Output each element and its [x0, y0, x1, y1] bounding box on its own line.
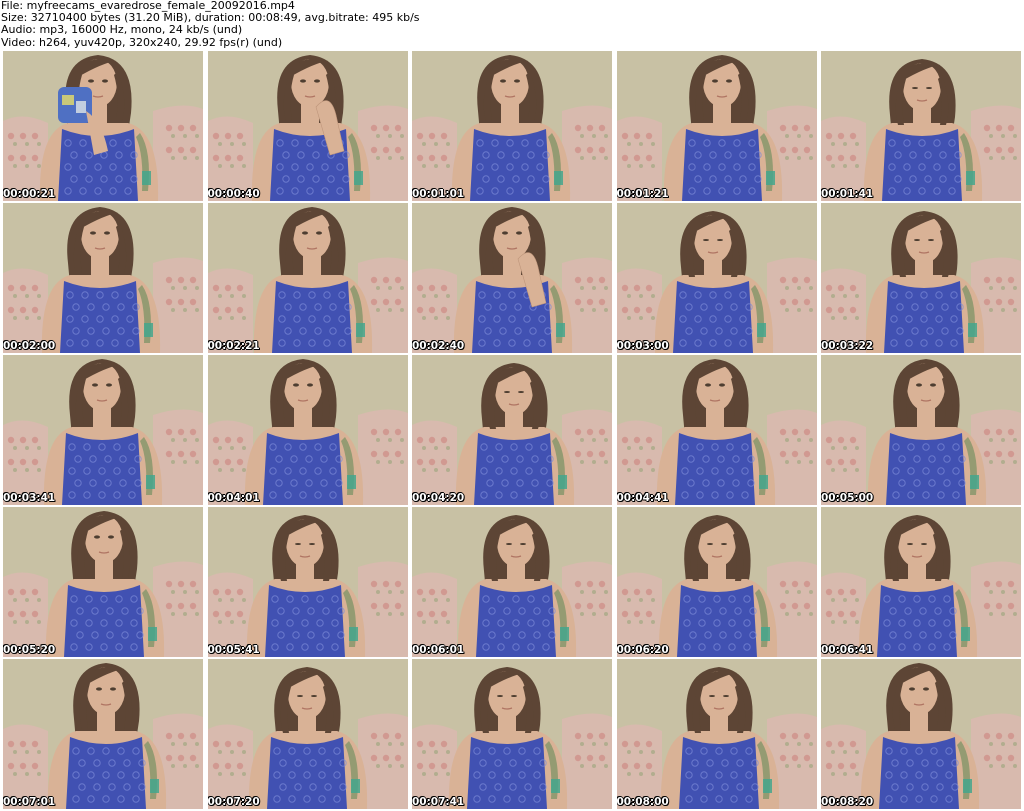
- frame-image: [821, 51, 1021, 201]
- video-frame-thumbnail: 00:00:40: [207, 51, 408, 201]
- video-frame-thumbnail: 00:04:41: [616, 355, 817, 505]
- frame-image: [412, 355, 612, 505]
- video-frame-thumbnail: 00:03:00: [616, 203, 817, 353]
- frame-image: [616, 507, 817, 657]
- frame-timestamp: 00:07:20: [207, 796, 260, 808]
- frame-timestamp: 00:01:41: [821, 188, 874, 200]
- frame-timestamp: 00:01:01: [412, 188, 465, 200]
- frame-timestamp: 00:04:01: [207, 492, 260, 504]
- frame-image: [207, 659, 408, 809]
- frame-timestamp: 00:02:40: [412, 340, 465, 352]
- frame-timestamp: 00:06:20: [616, 644, 669, 656]
- frame-timestamp: 00:06:41: [821, 644, 874, 656]
- frame-timestamp: 00:03:00: [616, 340, 669, 352]
- frame-image: [3, 659, 203, 809]
- video-info-line: Video: h264, yuv420p, 320x240, 29.92 fps…: [1, 35, 283, 49]
- frame-image: [821, 203, 1021, 353]
- frame-image: [207, 203, 408, 353]
- video-frame-thumbnail: 00:02:00: [3, 203, 203, 353]
- audio-info-line: Audio: mp3, 16000 Hz, mono, 24 kb/s (und…: [1, 23, 243, 37]
- video-frame-thumbnail: 00:06:20: [616, 507, 817, 657]
- file-info-header: File: myfreecams_evaredrose_female_20092…: [1, 0, 420, 49]
- video-frame-thumbnail: 00:08:00: [616, 659, 817, 809]
- frame-timestamp: 00:05:41: [207, 644, 260, 656]
- video-frame-thumbnail: 00:00:21: [3, 51, 203, 201]
- video-frame-thumbnail: 00:08:20: [821, 659, 1021, 809]
- video-frame-thumbnail: 00:01:41: [821, 51, 1021, 201]
- frame-timestamp: 00:05:20: [3, 644, 56, 656]
- video-frame-thumbnail: 00:05:20: [3, 507, 203, 657]
- video-frame-thumbnail: 00:07:01: [3, 659, 203, 809]
- frame-image: [412, 659, 612, 809]
- frame-timestamp: 00:04:41: [616, 492, 669, 504]
- frame-image: [412, 203, 612, 353]
- frame-image: [616, 203, 817, 353]
- video-frame-thumbnail: 00:04:20: [412, 355, 612, 505]
- frame-timestamp: 00:02:00: [3, 340, 56, 352]
- video-frame-thumbnail: 00:01:01: [412, 51, 612, 201]
- frame-image: [821, 659, 1021, 809]
- frame-timestamp: 00:00:21: [3, 188, 56, 200]
- frame-image: [3, 51, 203, 201]
- frame-image: [207, 507, 408, 657]
- frame-timestamp: 00:08:00: [616, 796, 669, 808]
- thumbnail-grid: 00:00:21 00:00:40 00:01:01 00:01:21 00:01:41…: [3, 51, 1021, 809]
- frame-image: [821, 355, 1021, 505]
- frame-image: [616, 355, 817, 505]
- frame-timestamp: 00:05:00: [821, 492, 874, 504]
- video-frame-thumbnail: 00:06:41: [821, 507, 1021, 657]
- frame-image: [3, 355, 203, 505]
- frame-timestamp: 00:08:20: [821, 796, 874, 808]
- video-frame-thumbnail: 00:02:40: [412, 203, 612, 353]
- video-frame-thumbnail: 00:01:21: [616, 51, 817, 201]
- video-frame-thumbnail: 00:05:41: [207, 507, 408, 657]
- frame-timestamp: 00:06:01: [412, 644, 465, 656]
- frame-timestamp: 00:01:21: [616, 188, 669, 200]
- video-frame-thumbnail: 00:03:41: [3, 355, 203, 505]
- video-frame-thumbnail: 00:07:20: [207, 659, 408, 809]
- frame-timestamp: 00:04:20: [412, 492, 465, 504]
- video-frame-thumbnail: 00:02:21: [207, 203, 408, 353]
- frame-image: [207, 51, 408, 201]
- video-frame-thumbnail: 00:06:01: [412, 507, 612, 657]
- frame-timestamp: 00:07:41: [412, 796, 465, 808]
- frame-image: [412, 51, 612, 201]
- frame-image: [616, 659, 817, 809]
- frame-timestamp: 00:00:40: [207, 188, 260, 200]
- frame-timestamp: 00:03:41: [3, 492, 56, 504]
- frame-timestamp: 00:02:21: [207, 340, 260, 352]
- video-frame-thumbnail: 00:03:22: [821, 203, 1021, 353]
- frame-image: [3, 507, 203, 657]
- video-frame-thumbnail: 00:07:41: [412, 659, 612, 809]
- frame-image: [207, 355, 408, 505]
- frame-image: [3, 203, 203, 353]
- video-frame-thumbnail: 00:04:01: [207, 355, 408, 505]
- frame-image: [412, 507, 612, 657]
- frame-image: [616, 51, 817, 201]
- frame-timestamp: 00:03:22: [821, 340, 874, 352]
- frame-image: [821, 507, 1021, 657]
- video-frame-thumbnail: 00:05:00: [821, 355, 1021, 505]
- frame-timestamp: 00:07:01: [3, 796, 56, 808]
